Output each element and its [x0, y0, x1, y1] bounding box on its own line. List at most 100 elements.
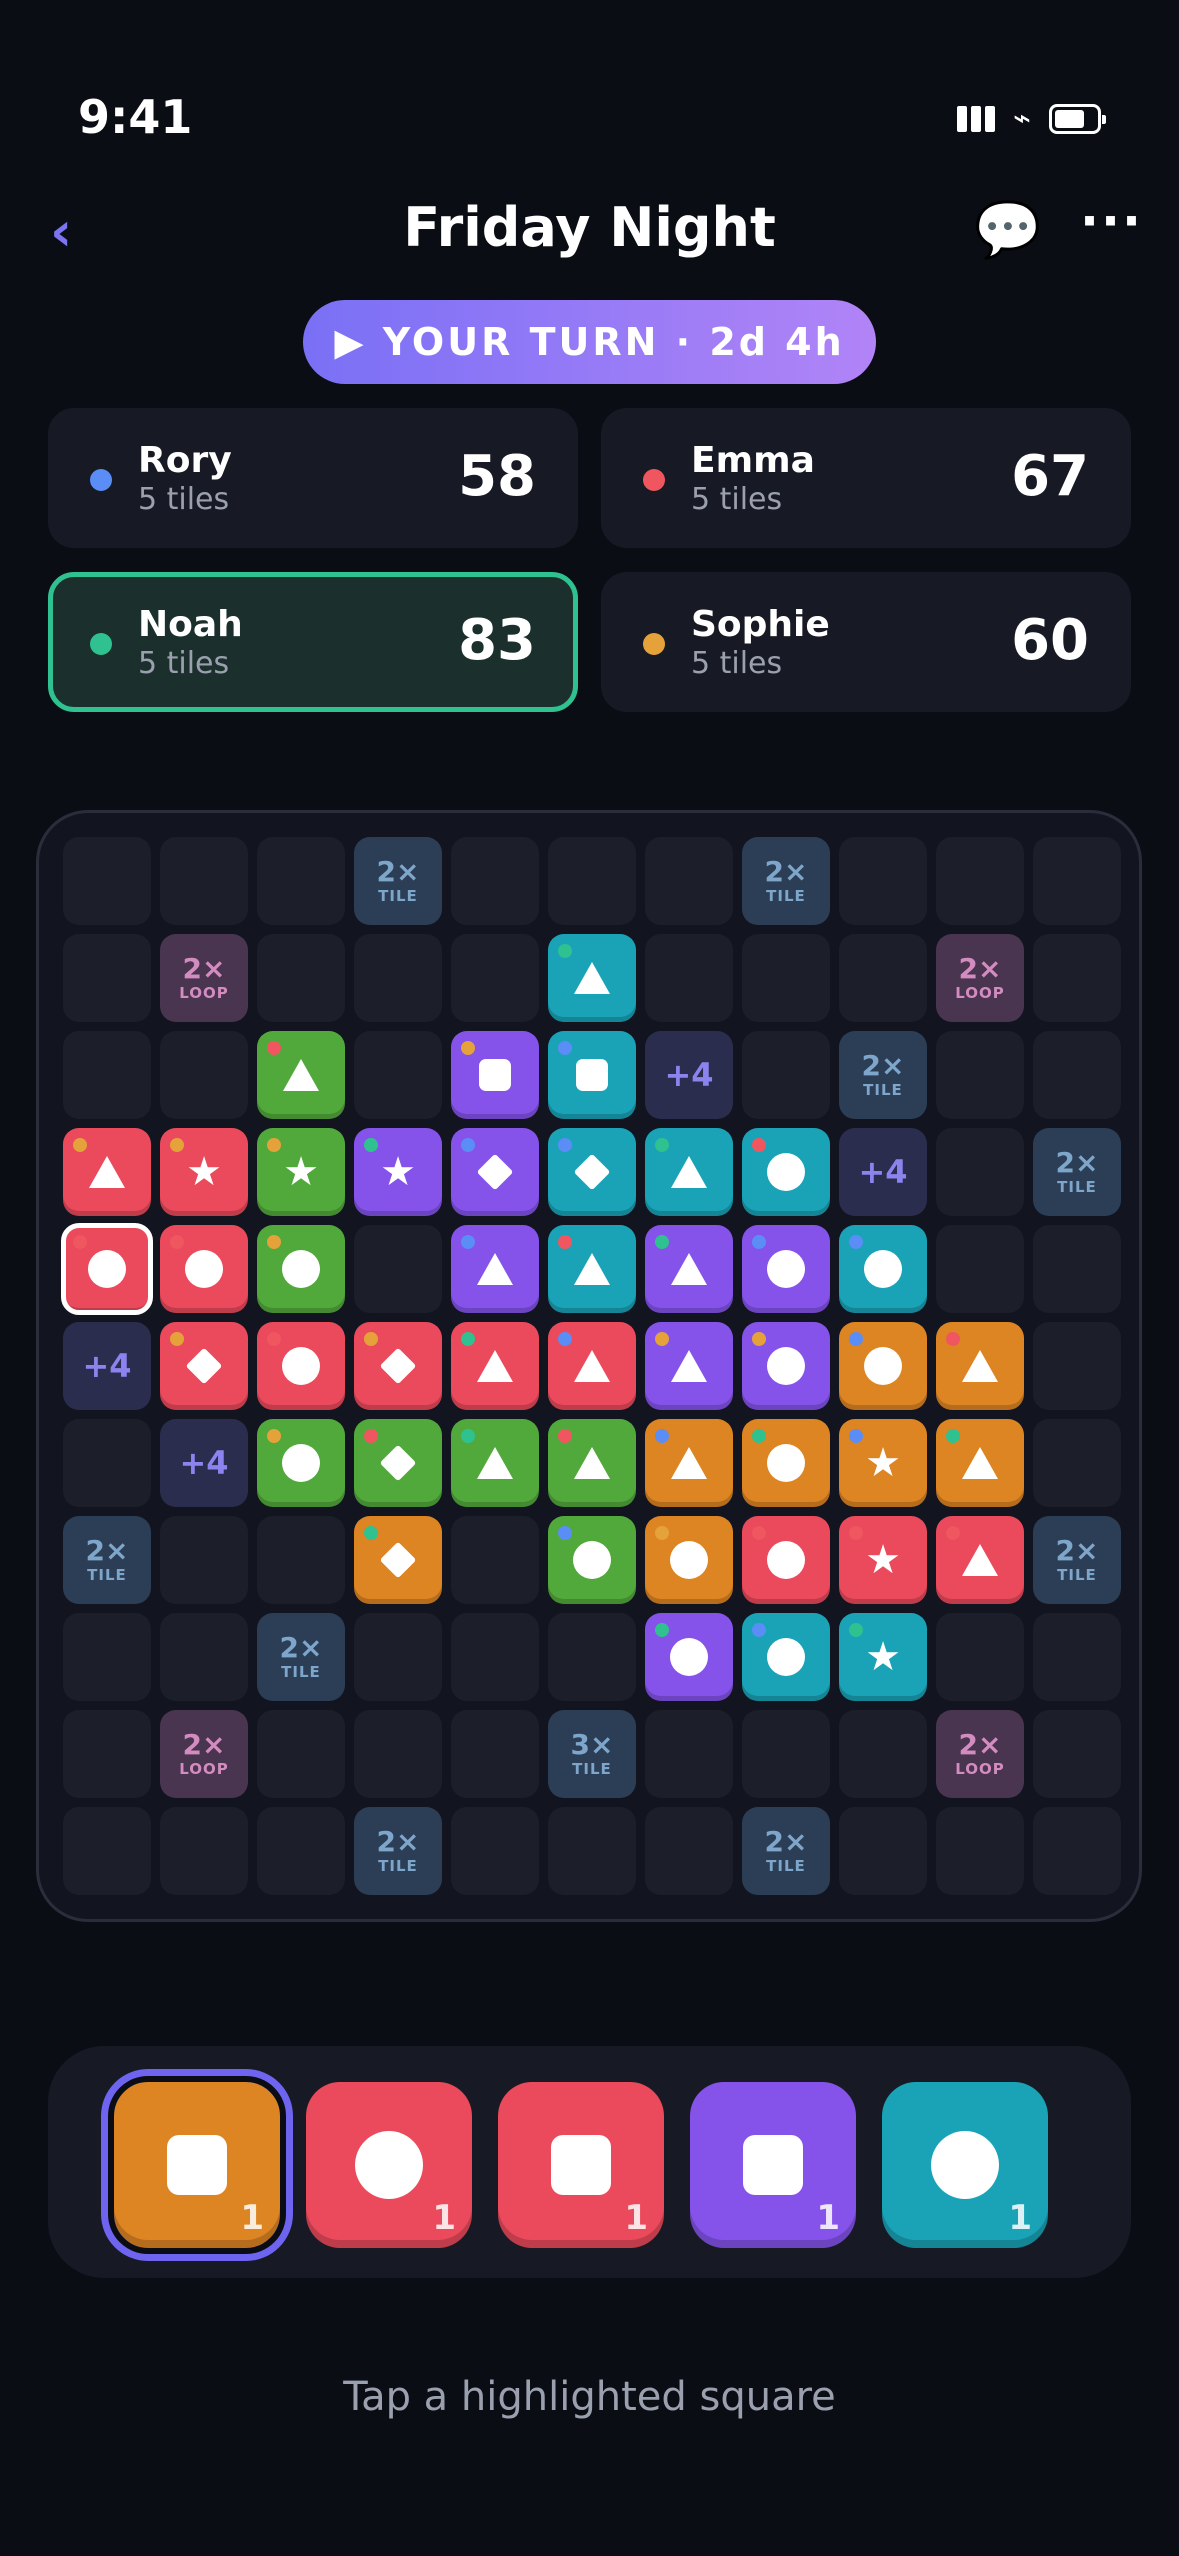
tile-green-circle[interactable] — [257, 1419, 345, 1507]
board-cell[interactable] — [257, 1710, 345, 1798]
board-cell[interactable] — [160, 1516, 248, 1604]
board-cell[interactable] — [548, 1807, 636, 1895]
board-cell[interactable] — [1033, 1322, 1121, 1410]
board-cell[interactable] — [839, 1710, 927, 1798]
board-cell[interactable] — [451, 1516, 539, 1604]
board-cell[interactable] — [1033, 1710, 1121, 1798]
tile-purple-square[interactable] — [451, 1031, 539, 1119]
tile-green-circle[interactable] — [548, 1516, 636, 1604]
tile-purple-triangle[interactable] — [645, 1225, 733, 1313]
tile-orange-star[interactable]: ★ — [839, 1419, 927, 1507]
tile-red-triangle[interactable] — [936, 1516, 1024, 1604]
tile-red-circle[interactable] — [61, 1223, 153, 1315]
bonus-cell-tile2[interactable]: 2× TILE — [354, 1807, 442, 1895]
board-cell[interactable] — [63, 1419, 151, 1507]
rack-tile-red-circle[interactable]: 1 — [306, 2082, 472, 2248]
board-cell[interactable] — [160, 1031, 248, 1119]
board-cell[interactable] — [839, 1807, 927, 1895]
tile-orange-circle[interactable] — [839, 1322, 927, 1410]
board-cell[interactable] — [63, 837, 151, 925]
board-cell[interactable] — [1033, 1613, 1121, 1701]
bonus-cell-tile2[interactable]: 2× TILE — [839, 1031, 927, 1119]
board-cell[interactable] — [839, 837, 927, 925]
board-cell[interactable] — [160, 1613, 248, 1701]
board-cell[interactable] — [63, 1031, 151, 1119]
tile-teal-circle[interactable] — [839, 1225, 927, 1313]
board-cell[interactable] — [645, 1807, 733, 1895]
board-cell[interactable] — [936, 837, 1024, 925]
board-cell[interactable] — [354, 1225, 442, 1313]
tile-orange-triangle[interactable] — [936, 1419, 1024, 1507]
bonus-cell-tile2[interactable]: 2× TILE — [63, 1516, 151, 1604]
tile-green-star[interactable]: ★ — [257, 1128, 345, 1216]
board-cell[interactable] — [160, 837, 248, 925]
tile-purple-circle[interactable] — [742, 1225, 830, 1313]
tile-red-diamond[interactable] — [354, 1322, 442, 1410]
board-cell[interactable] — [936, 1613, 1024, 1701]
bonus-cell-loop2[interactable]: 2× LOOP — [160, 934, 248, 1022]
tile-teal-triangle[interactable] — [548, 934, 636, 1022]
rack-tile-teal-circle[interactable]: 1 — [882, 2082, 1048, 2248]
tile-purple-diamond[interactable] — [451, 1128, 539, 1216]
tile-purple-triangle[interactable] — [645, 1322, 733, 1410]
board-cell[interactable] — [451, 934, 539, 1022]
board-cell[interactable] — [742, 1031, 830, 1119]
tile-red-circle[interactable] — [257, 1322, 345, 1410]
board-cell[interactable] — [451, 1710, 539, 1798]
tile-purple-star[interactable]: ★ — [354, 1128, 442, 1216]
bonus-cell-plus4[interactable]: +4 — [63, 1322, 151, 1410]
tile-orange-triangle[interactable] — [936, 1322, 1024, 1410]
board-cell[interactable] — [936, 1807, 1024, 1895]
board-cell[interactable] — [354, 934, 442, 1022]
board-cell[interactable] — [548, 837, 636, 925]
bonus-cell-plus4[interactable]: +4 — [160, 1419, 248, 1507]
bonus-cell-plus4[interactable]: +4 — [839, 1128, 927, 1216]
bonus-cell-loop2[interactable]: 2× LOOP — [160, 1710, 248, 1798]
board-cell[interactable] — [63, 934, 151, 1022]
tile-red-triangle[interactable] — [548, 1322, 636, 1410]
board-cell[interactable] — [257, 837, 345, 925]
tile-red-diamond[interactable] — [160, 1322, 248, 1410]
tile-red-star[interactable]: ★ — [160, 1128, 248, 1216]
tile-orange-diamond[interactable] — [354, 1516, 442, 1604]
tile-green-triangle[interactable] — [548, 1419, 636, 1507]
board-cell[interactable] — [1033, 1419, 1121, 1507]
tile-red-circle[interactable] — [160, 1225, 248, 1313]
board-cell[interactable] — [936, 1128, 1024, 1216]
board-cell[interactable] — [63, 1807, 151, 1895]
tile-green-diamond[interactable] — [354, 1419, 442, 1507]
bonus-cell-plus4[interactable]: +4 — [645, 1031, 733, 1119]
tile-green-triangle[interactable] — [451, 1419, 539, 1507]
board-cell[interactable] — [548, 1613, 636, 1701]
board-cell[interactable] — [936, 1031, 1024, 1119]
board-cell[interactable] — [354, 1031, 442, 1119]
tile-teal-circle[interactable] — [742, 1613, 830, 1701]
board-cell[interactable] — [1033, 837, 1121, 925]
board-cell[interactable] — [451, 1807, 539, 1895]
rack-tile-orange-square[interactable]: 1 — [108, 2076, 286, 2254]
tile-red-circle[interactable] — [742, 1516, 830, 1604]
bonus-cell-tile2[interactable]: 2× TILE — [742, 837, 830, 925]
board-cell[interactable] — [257, 1516, 345, 1604]
board-cell[interactable] — [160, 1807, 248, 1895]
tile-green-triangle[interactable] — [257, 1031, 345, 1119]
board-cell[interactable] — [1033, 934, 1121, 1022]
tile-teal-square[interactable] — [548, 1031, 636, 1119]
bonus-cell-loop2[interactable]: 2× LOOP — [936, 1710, 1024, 1798]
board-cell[interactable] — [742, 1710, 830, 1798]
board-cell[interactable] — [354, 1613, 442, 1701]
rack-tile-purple-square[interactable]: 1 — [690, 2082, 856, 2248]
more-options-icon[interactable]: ··· — [1080, 192, 1143, 250]
tile-red-triangle[interactable] — [451, 1322, 539, 1410]
bonus-cell-tile2[interactable]: 2× TILE — [742, 1807, 830, 1895]
board-cell[interactable] — [63, 1710, 151, 1798]
board-cell[interactable] — [451, 837, 539, 925]
bonus-cell-loop2[interactable]: 2× LOOP — [936, 934, 1024, 1022]
board-cell[interactable] — [839, 934, 927, 1022]
bonus-cell-tile2[interactable]: 2× TILE — [1033, 1128, 1121, 1216]
tile-purple-circle[interactable] — [742, 1322, 830, 1410]
board-cell[interactable] — [1033, 1225, 1121, 1313]
tile-green-circle[interactable] — [257, 1225, 345, 1313]
board-cell[interactable] — [645, 1710, 733, 1798]
bonus-cell-tile2[interactable]: 2× TILE — [257, 1613, 345, 1701]
